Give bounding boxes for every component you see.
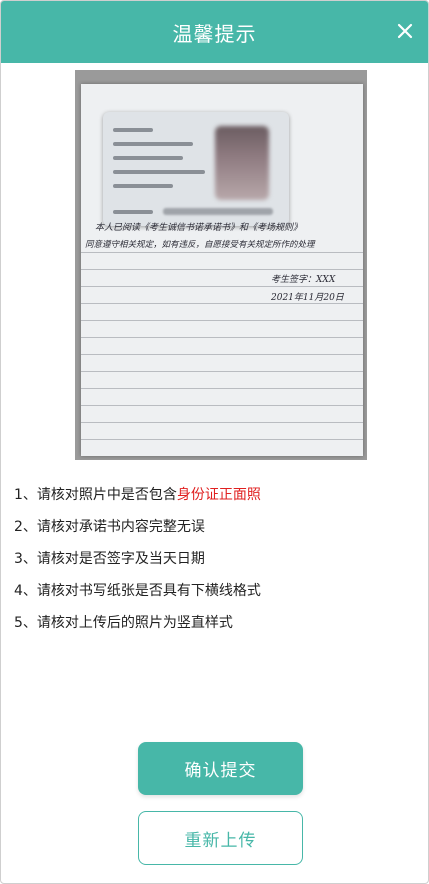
tip-item: 2、请核对承诺书内容完整无误 bbox=[14, 519, 205, 535]
tip-highlight: 身份证正面照 bbox=[176, 487, 261, 503]
statement-line-1: 本人已阅读《考生诚信书诺承诺书》和《考场规则》 bbox=[95, 223, 303, 233]
dialog-header: 温馨提示 bbox=[1, 1, 428, 63]
close-button[interactable] bbox=[392, 18, 418, 44]
tips-dialog: 温馨提示 本人已阅读《考生诚信书诺承诺书》和《考场规则》 同意遵守相关规定，如有… bbox=[0, 0, 429, 884]
statement-line-2: 同意遵守相关规定，如有违反，自愿接受有关规定所作的处理 bbox=[85, 240, 315, 250]
tip-item: 4、请核对书写纸张是否具有下横线格式 bbox=[14, 583, 261, 599]
tip-item: 3、请核对是否签字及当天日期 bbox=[14, 551, 205, 567]
id-number-blurred bbox=[163, 208, 273, 215]
close-icon bbox=[397, 23, 413, 39]
dialog-title: 温馨提示 bbox=[172, 21, 257, 46]
id-card-image bbox=[103, 112, 289, 226]
uploaded-photo: 本人已阅读《考生诚信书诺承诺书》和《考场规则》 同意遵守相关规定，如有违反，自愿… bbox=[75, 70, 367, 460]
tip-item: 5、请核对上传后的照片为竖直样式 bbox=[14, 615, 233, 631]
signature-text: 考生签字：XXX bbox=[271, 275, 336, 285]
date-text: 2021年11月20日 bbox=[271, 293, 344, 303]
id-portrait-blurred bbox=[215, 126, 269, 200]
tip-item: 1、请核对照片中是否包含身份证正面照 bbox=[14, 487, 261, 503]
check-tips-list: 1、请核对照片中是否包含身份证正面照 2、请核对承诺书内容完整无误 3、请核对是… bbox=[14, 479, 261, 639]
confirm-submit-button[interactable]: 确认提交 bbox=[138, 742, 303, 795]
commitment-paper: 本人已阅读《考生诚信书诺承诺书》和《考场规则》 同意遵守相关规定，如有违反，自愿… bbox=[81, 84, 363, 456]
reupload-button[interactable]: 重新上传 bbox=[138, 811, 303, 865]
